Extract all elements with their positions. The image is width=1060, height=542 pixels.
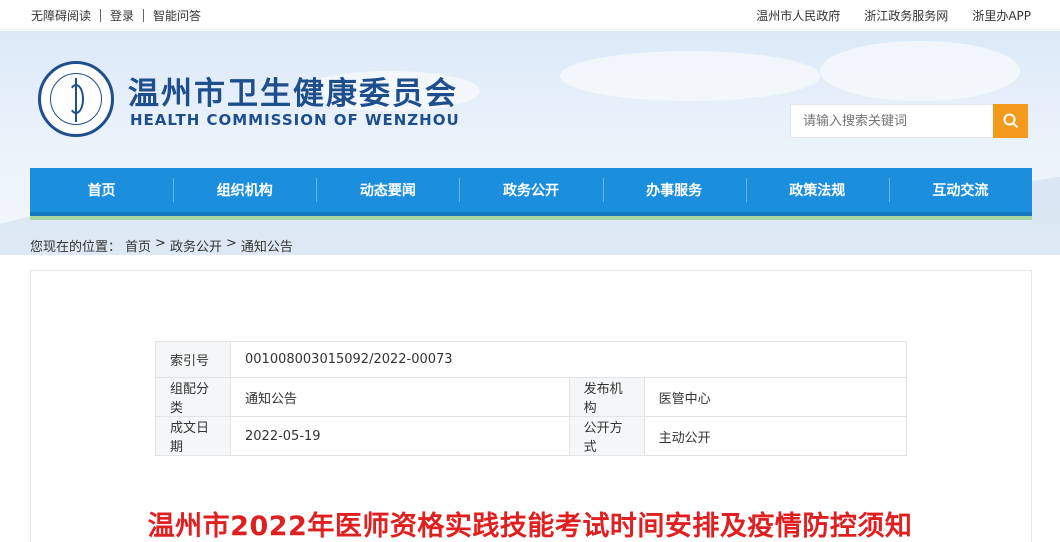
document-metadata-table: 索引号 001008003015092/2022-00073 组配分类 通知公告… [155, 341, 908, 456]
cloud-decoration [820, 41, 1020, 101]
date-value: 2022-05-19 [230, 416, 570, 456]
zheliban-app-link[interactable]: 浙里办APP [972, 7, 1031, 24]
category-label: 组配分类 [155, 377, 231, 417]
accessibility-link[interactable]: 无障碍阅读 [31, 7, 91, 24]
index-label: 索引号 [155, 341, 231, 378]
site-title[interactable]: 温州市卫生健康委员会 [128, 68, 458, 113]
top-utility-bar: 无障碍阅读 登录 智能问答 温州市人民政府 浙江政务服务网 浙里办APP [0, 0, 1060, 30]
breadcrumb-home[interactable]: 首页 [125, 236, 151, 255]
login-link[interactable]: 登录 [110, 7, 134, 24]
divider [100, 8, 102, 22]
category-value: 通知公告 [230, 377, 570, 417]
search-icon [1003, 113, 1018, 129]
table-row: 组配分类 通知公告 发布机构 医管中心 [155, 377, 908, 417]
breadcrumb-government-affairs[interactable]: 政务公开 [170, 236, 222, 255]
search-input[interactable] [791, 105, 994, 137]
breadcrumb-separator: > [225, 236, 237, 251]
search-button[interactable] [993, 104, 1028, 138]
snake-icon [68, 84, 84, 114]
nav-item-organization[interactable]: 组织机构 [173, 168, 316, 212]
cloud-decoration [560, 51, 820, 101]
index-value: 001008003015092/2022-00073 [230, 341, 907, 378]
header-banner [0, 31, 1060, 255]
date-label: 成文日期 [155, 416, 231, 456]
nav-item-interaction[interactable]: 互动交流 [888, 168, 1032, 212]
table-row: 索引号 001008003015092/2022-00073 [155, 341, 907, 378]
nav-item-government-affairs[interactable]: 政务公开 [459, 168, 602, 212]
mode-label: 公开方式 [568, 416, 645, 456]
city-government-link[interactable]: 温州市人民政府 [756, 7, 840, 24]
site-subtitle: HEALTH COMMISSION OF WENZHOU [130, 111, 460, 129]
table-row: 成文日期 2022-05-19 公开方式 主动公开 [155, 416, 908, 456]
breadcrumb-notices[interactable]: 通知公告 [241, 236, 293, 255]
publisher-value: 医管中心 [643, 377, 908, 417]
top-left-links: 无障碍阅读 登录 智能问答 [31, 0, 201, 30]
publisher-label: 发布机构 [568, 377, 645, 417]
health-commission-emblem[interactable] [38, 61, 114, 137]
top-right-links: 温州市人民政府 浙江政务服务网 浙里办APP [732, 0, 1031, 30]
nav-item-services[interactable]: 办事服务 [602, 168, 746, 212]
article-title: 温州市2022年医师资格实践技能考试时间安排及疫情防控须知 [147, 511, 913, 542]
main-nav: 首页 组织机构 动态要闻 政务公开 办事服务 政策法规 互动交流 [30, 168, 1032, 216]
zhejiang-service-link[interactable]: 浙江政务服务网 [864, 7, 948, 24]
nav-item-policies[interactable]: 政策法规 [745, 168, 889, 212]
divider [143, 8, 145, 22]
mode-value: 主动公开 [643, 416, 908, 456]
nav-item-news[interactable]: 动态要闻 [316, 168, 459, 212]
breadcrumb-separator: > [155, 236, 166, 251]
breadcrumb-prefix: 您现在的位置： [30, 240, 122, 255]
nav-item-home[interactable]: 首页 [30, 168, 173, 212]
search-box [790, 104, 1028, 138]
breadcrumb: 您现在的位置： 首页 > 政务公开 > 通知公告 [30, 236, 297, 255]
nav-accent-line [30, 216, 1032, 220]
smart-qa-link[interactable]: 智能问答 [153, 7, 201, 24]
